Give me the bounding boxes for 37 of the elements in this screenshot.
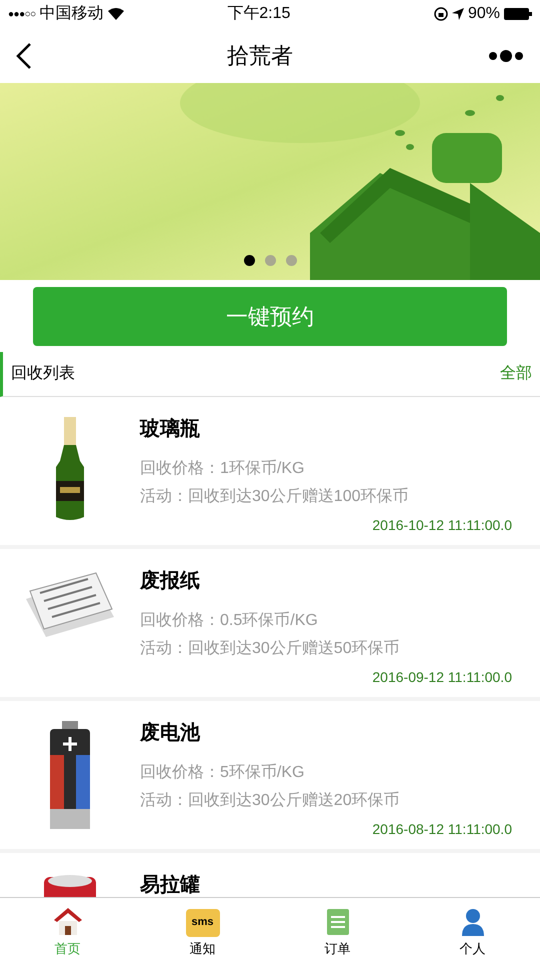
person-icon [460, 906, 486, 936]
more-icon[interactable] [488, 50, 524, 62]
list-icon [324, 906, 350, 936]
item-date: 2016-08-12 11:11:00.0 [372, 820, 512, 839]
tab-bar-item[interactable]: 个人 [405, 898, 540, 960]
location-arrow-icon [452, 8, 464, 20]
sms-icon: sms [186, 908, 220, 936]
tab-bar-item[interactable]: sms 通知 [135, 898, 270, 960]
carrier-name: 中国移动 [40, 4, 104, 24]
recycle-item[interactable]: 废电池 回收价格：5环保币/KG 活动：回收到达30公斤赠送20环保币 2016-08-12 11:11:00.0 [0, 701, 540, 849]
item-price: 回收价格：0.5环保币/KG [140, 610, 319, 631]
signal-strength: ●●●○○ [8, 8, 36, 22]
item-activity: 活动：回收到达30公斤赠送100环保币 [140, 486, 410, 507]
item-name: 废报纸 [140, 569, 201, 593]
battery-icon [48, 721, 92, 831]
battery-percent: 90% [468, 4, 500, 24]
recycle-item[interactable]: 玻璃瓶 回收价格：1环保币/KG 活动：回收到达30公斤赠送100环保币 2016-10-12 11:11:00.0 [0, 397, 540, 545]
section-title: 回收列表 [11, 364, 75, 384]
item-price: 回收价格：5环保币/KG [140, 762, 306, 783]
item-date: 2016-09-12 11:11:00.0 [372, 668, 512, 687]
battery-status-icon [504, 8, 532, 20]
item-activity: 活动：回收到达30公斤赠送50环保币 [140, 638, 401, 659]
item-name: 废电池 [140, 721, 202, 745]
wifi-icon [108, 8, 124, 20]
recycle-item[interactable]: 废报纸 回收价格：0.5环保币/KG 活动：回收到达30公斤赠送50环保币 2016-09-12 11:11:00.0 [0, 549, 540, 697]
item-date: 2016-10-12 11:11:00.0 [372, 516, 512, 535]
back-icon[interactable] [16, 42, 32, 70]
tab-bar-item[interactable]: 订单 [270, 898, 405, 960]
rotation-lock-icon [434, 7, 448, 21]
page-title: 拾荒者 [227, 42, 293, 70]
recycle-item[interactable]: 易拉罐 [0, 853, 540, 897]
see-all-link[interactable]: 全部 [500, 362, 532, 386]
item-price: 回收价格：1环保币/KG [140, 458, 306, 479]
clock: 下午2:15 [227, 4, 290, 24]
item-name: 玻璃瓶 [140, 417, 201, 441]
item-activity: 活动：回收到达30公斤赠送20环保币 [140, 790, 401, 811]
item-name: 易拉罐 [140, 873, 201, 897]
